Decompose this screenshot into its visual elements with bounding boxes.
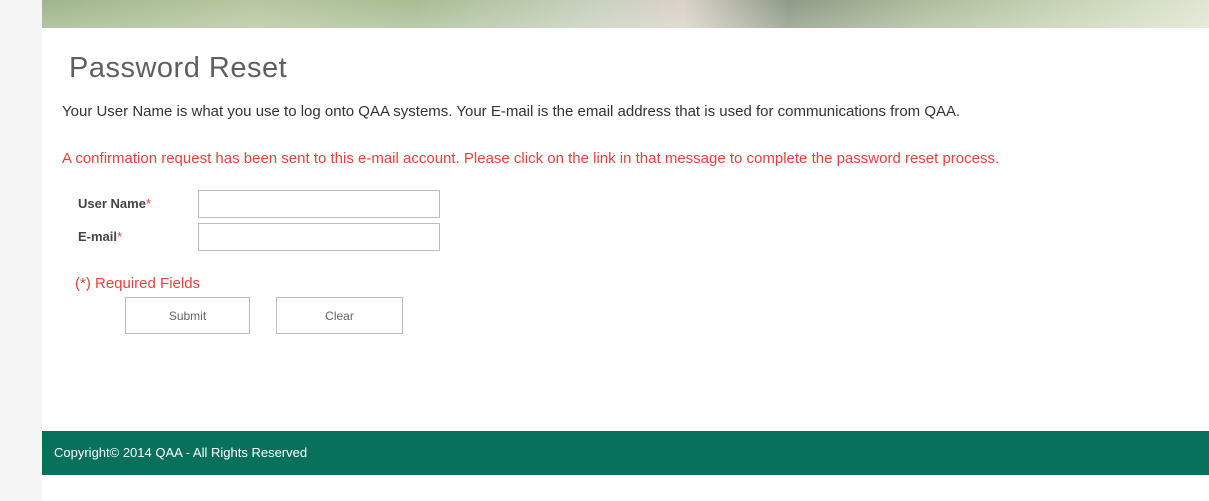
email-label: E-mail* (78, 229, 122, 244)
email-required-mark: * (117, 229, 123, 244)
username-input[interactable] (198, 190, 440, 218)
email-label-text: E-mail (78, 229, 118, 244)
required-fields-note: (*) Required Fields (75, 275, 201, 292)
submit-button[interactable]: Submit (125, 297, 250, 334)
page-container: Password Reset Your User Name is what yo… (42, 0, 1209, 501)
username-label-text: User Name (78, 196, 146, 211)
clear-button[interactable]: Clear (276, 297, 403, 334)
username-required-mark: * (145, 196, 151, 211)
confirmation-message: A confirmation request has been sent to … (62, 150, 1000, 167)
email-input[interactable] (198, 223, 440, 251)
intro-text: Your User Name is what you use to log on… (62, 103, 961, 120)
footer-bar: Copyright© 2014 QAA - All Rights Reserve… (42, 431, 1209, 475)
copyright-text: Copyright© 2014 QAA - All Rights Reserve… (54, 445, 308, 460)
header-banner-overlay (42, 0, 1209, 28)
page-title: Password Reset (69, 52, 288, 84)
username-label: User Name* (78, 196, 151, 211)
